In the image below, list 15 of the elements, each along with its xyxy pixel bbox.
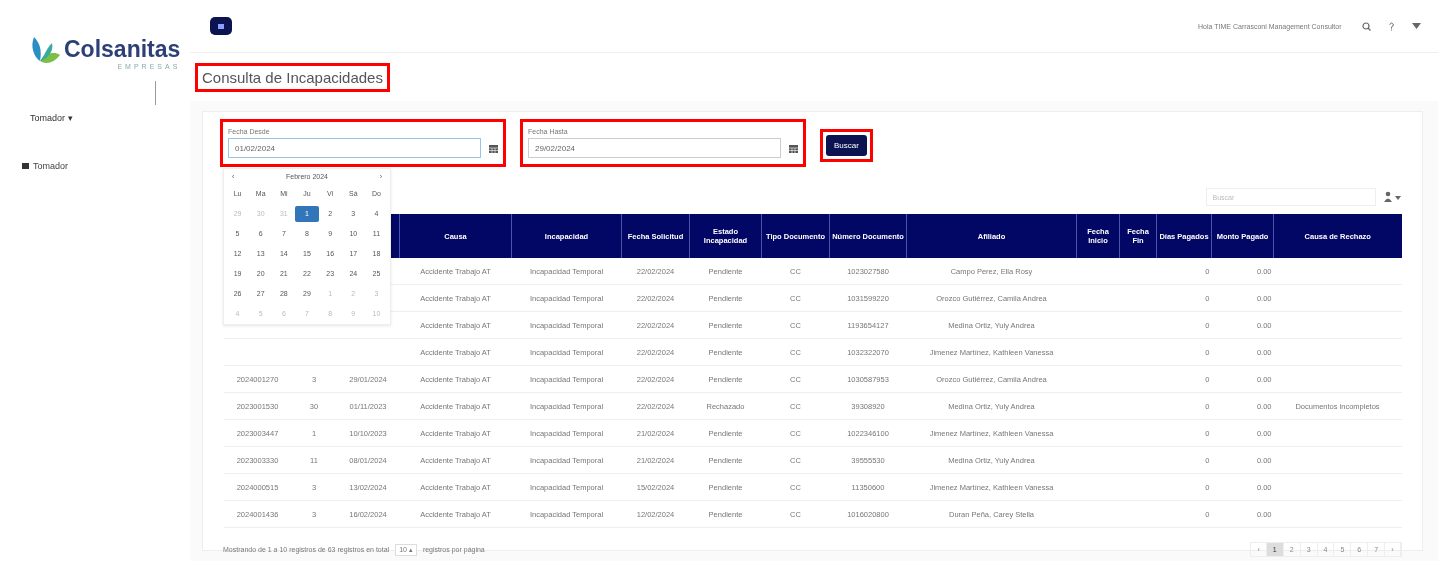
caret-icon[interactable]	[1411, 22, 1421, 30]
columns-toggle-icon[interactable]	[1383, 191, 1402, 203]
date-field[interactable]: 29/02/2024	[528, 138, 781, 158]
menu-button[interactable]	[210, 17, 232, 35]
calendar-icon[interactable]	[489, 143, 498, 153]
logo-text: Colsanitas	[64, 36, 181, 63]
sidebar-item[interactable]: Tomador	[22, 161, 68, 171]
grid-icon	[22, 163, 29, 169]
search-icon[interactable]	[1361, 21, 1371, 31]
user-dropdown[interactable]: Tomador ▾	[30, 113, 73, 123]
date-field[interactable]: 01/02/2024	[228, 138, 481, 158]
page-title: Consulta de Incapacidades	[198, 65, 387, 89]
search-button[interactable]: Buscar	[826, 135, 867, 156]
calendar-icon[interactable]	[789, 143, 798, 153]
help-icon[interactable]	[1388, 21, 1394, 31]
